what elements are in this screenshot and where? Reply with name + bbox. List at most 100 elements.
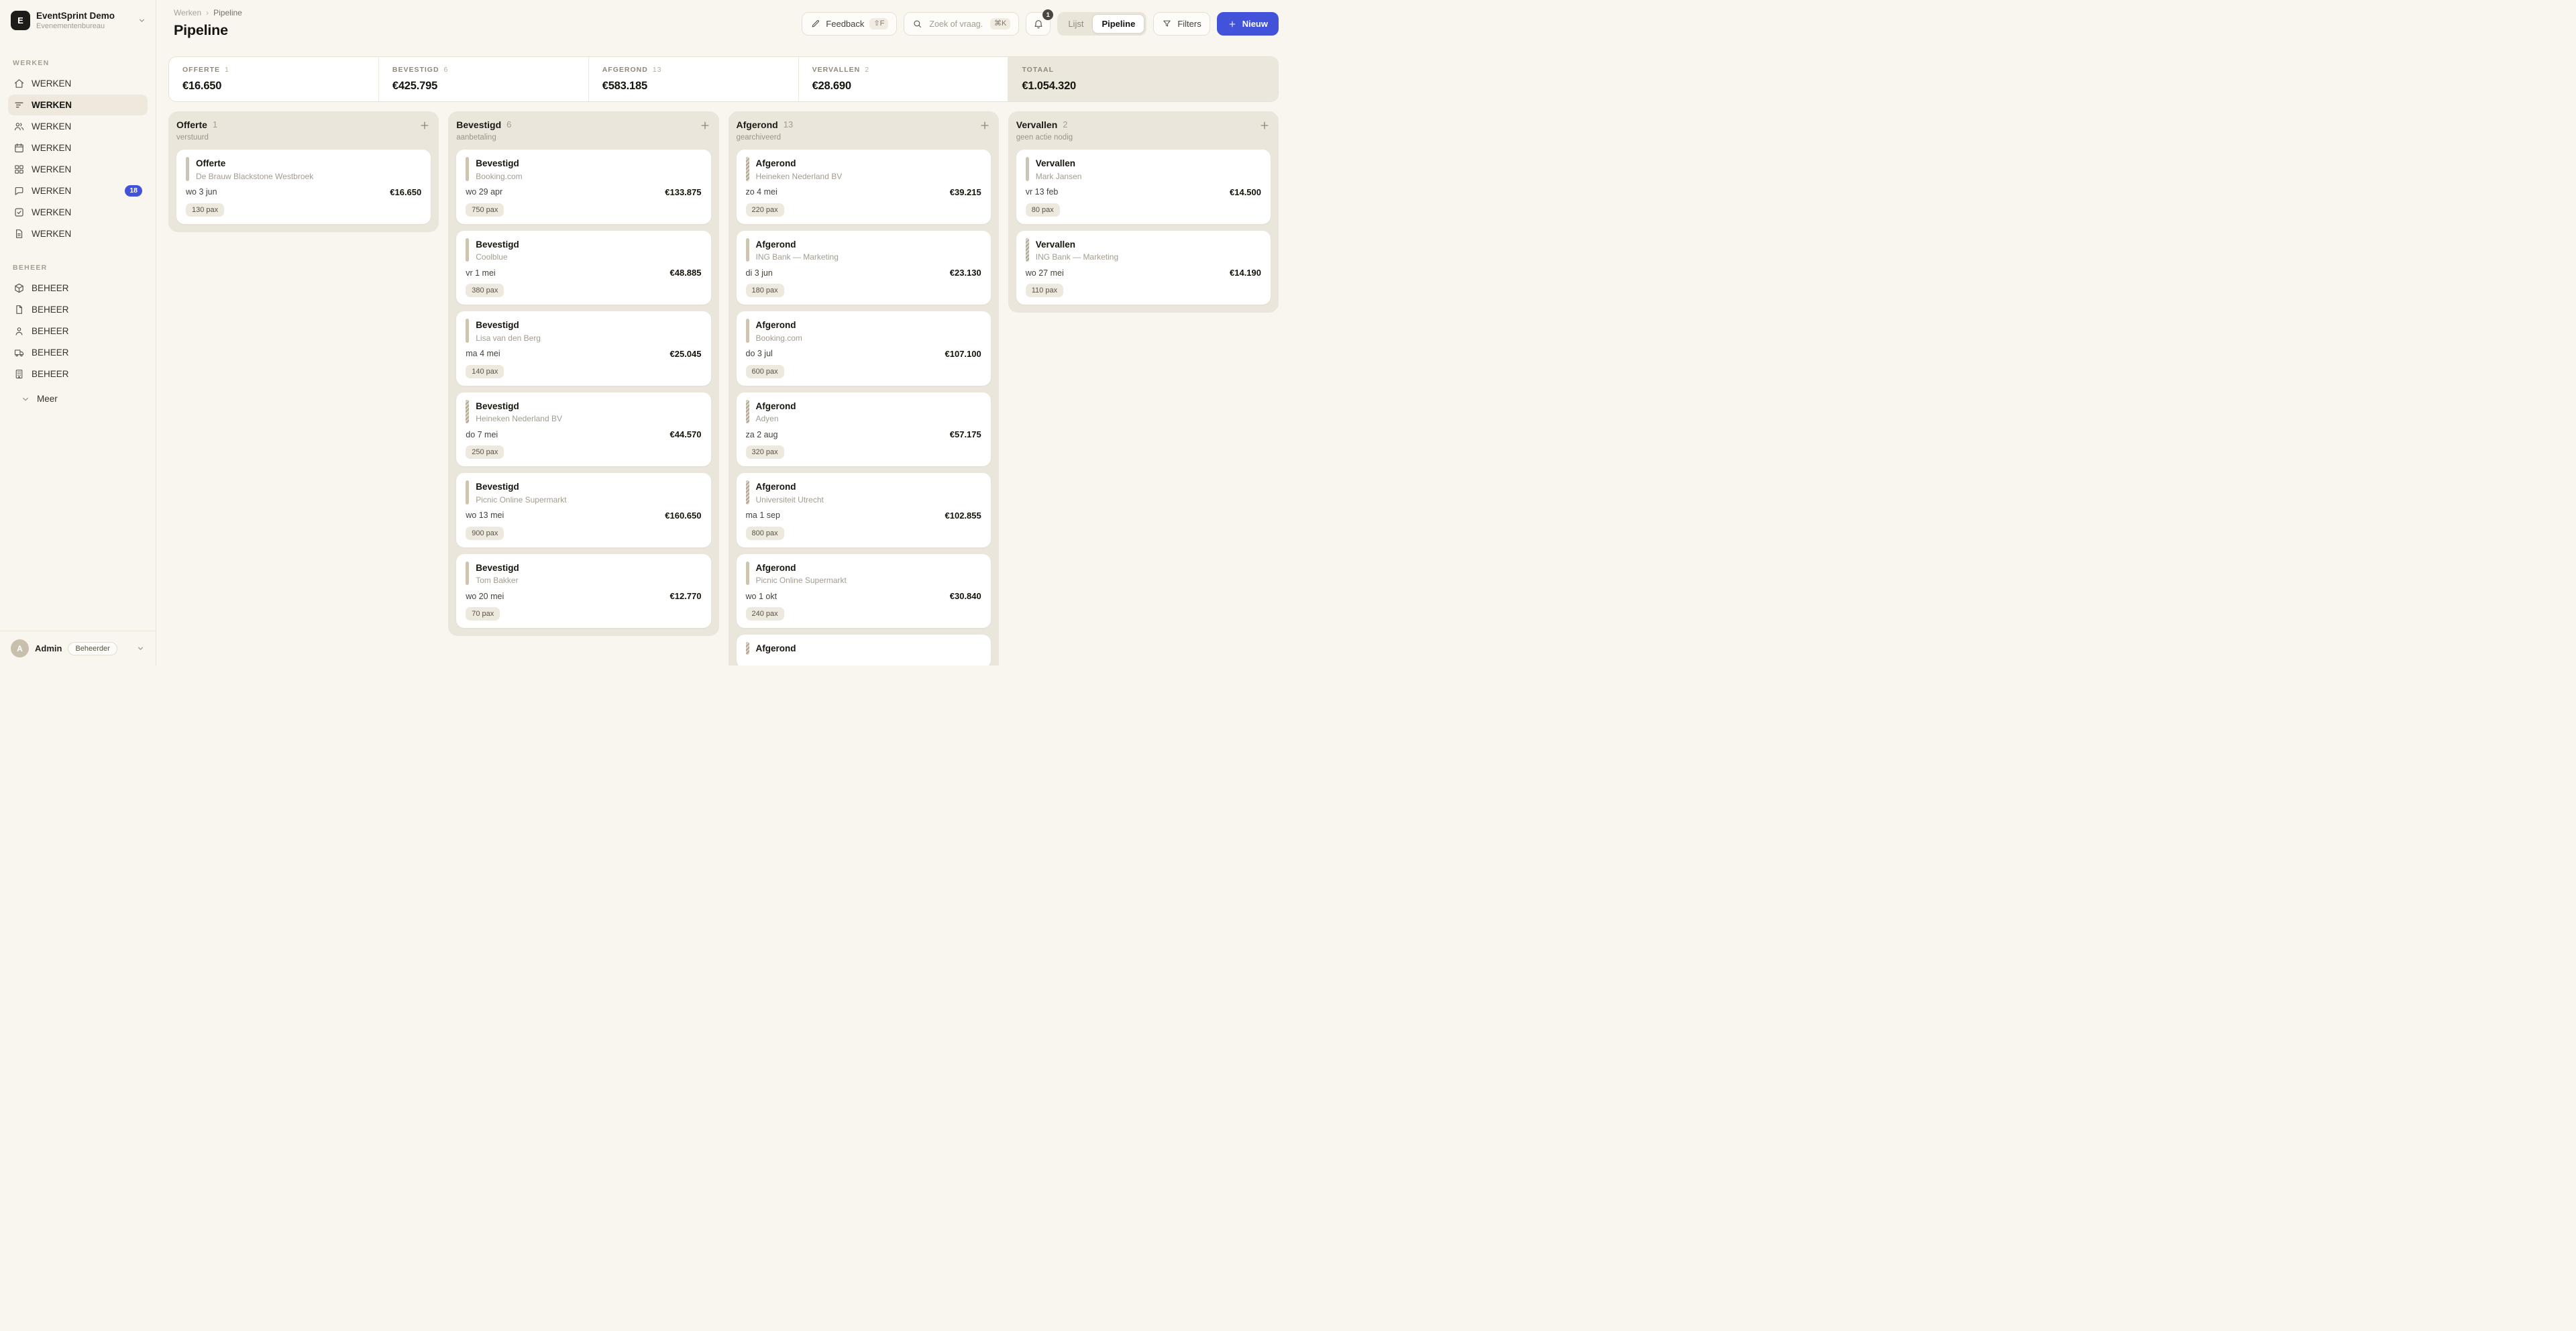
card-meta-row: wo 1 okt €30.840: [746, 591, 981, 601]
bell-icon: [1033, 19, 1044, 30]
card-title: Offerte: [196, 157, 313, 170]
filters-label: Filters: [1177, 19, 1201, 29]
card-heading: Afgerond Heineken Nederland BV: [756, 157, 843, 181]
sidebar-spacer: [0, 404, 156, 631]
stat-label-row: BEVESTIGD6: [392, 66, 575, 74]
kanban-card[interactable]: Bevestigd Heineken Nederland BV do 7 mei…: [456, 392, 710, 467]
column-count: 6: [506, 119, 511, 129]
search-input[interactable]: [928, 19, 985, 30]
view-toggle-option[interactable]: Pipeline: [1092, 14, 1144, 34]
filters-button[interactable]: Filters: [1153, 12, 1210, 36]
feedback-button[interactable]: Feedback ⇧F: [802, 12, 897, 36]
card-heading: Afgerond Booking.com: [756, 319, 802, 343]
sidebar-item-label: BEHEER: [32, 369, 69, 379]
column-header: Offerte 1: [176, 119, 431, 131]
sidebar-item[interactable]: WERKEN: [8, 138, 148, 158]
sidebar-item[interactable]: WERKEN: [8, 116, 148, 137]
card-heading: Bevestigd Tom Bakker: [476, 562, 519, 586]
card-accent-bar: [466, 238, 469, 262]
kanban-card[interactable]: Bevestigd Tom Bakker wo 20 mei €12.770 7…: [456, 554, 710, 629]
user-menu[interactable]: A Admin Beheerder: [0, 631, 156, 666]
card-meta-row: za 2 aug €57.175: [746, 429, 981, 439]
card-meta-row: wo 13 mei €160.650: [466, 511, 701, 521]
sidebar-item[interactable]: WERKEN: [8, 159, 148, 180]
search-icon: [912, 19, 922, 29]
card-meta-row: wo 20 mei €12.770: [466, 591, 701, 601]
sidebar-item[interactable]: WERKEN: [8, 202, 148, 223]
kanban-card[interactable]: Afgerond ING Bank — Marketing di 3 jun €…: [737, 231, 991, 305]
card-top: Vervallen Mark Jansen: [1026, 157, 1261, 181]
stat-count: 13: [653, 66, 662, 74]
card-heading: Bevestigd Booking.com: [476, 157, 522, 181]
card-date: do 7 mei: [466, 430, 498, 439]
card-title: Bevestigd: [476, 157, 522, 170]
kanban-card[interactable]: Bevestigd Picnic Online Supermarkt wo 13…: [456, 473, 710, 547]
add-card-icon[interactable]: [1258, 119, 1271, 131]
sidebar-item[interactable]: WERKEN: [8, 223, 148, 244]
column-count: 13: [784, 119, 793, 129]
card-client: Booking.com: [756, 333, 802, 343]
kanban-card[interactable]: Vervallen Mark Jansen vr 13 feb €14.500 …: [1016, 150, 1271, 224]
workspace-name: EventSprint Demo: [36, 11, 131, 21]
card-pax-badge: 130 pax: [186, 203, 224, 217]
sidebar-item-icon: [13, 142, 25, 154]
card-amount: €57.175: [950, 429, 981, 439]
card-date: do 3 jul: [746, 349, 773, 358]
sidebar-item[interactable]: WERKEN: [8, 73, 148, 94]
pencil-icon: [810, 19, 820, 29]
card-heading: Offerte De Brauw Blackstone Westbroek: [196, 157, 313, 181]
kanban-card[interactable]: Afgerond Heineken Nederland BV zo 4 mei …: [737, 150, 991, 224]
stat-count: 1: [225, 66, 229, 74]
feedback-shortcut: ⇧F: [869, 18, 888, 30]
card-accent-bar: [1026, 238, 1029, 262]
sidebar-item[interactable]: WERKEN 18: [8, 180, 148, 201]
add-card-icon[interactable]: [419, 119, 431, 131]
breadcrumb-item[interactable]: Werken: [174, 8, 201, 17]
search-box[interactable]: ⌘K: [904, 12, 1019, 36]
pipeline-stats-bar: OFFERTE1 €16.650 BEVESTIGD6 €425.795 AFG…: [168, 56, 1279, 102]
stat-label-row: AFGEROND13: [602, 66, 785, 74]
sidebar-item[interactable]: BEHEER: [8, 364, 148, 384]
card-accent-bar: [186, 157, 189, 181]
sidebar-item[interactable]: WERKEN: [8, 95, 148, 115]
card-client: Heineken Nederland BV: [756, 172, 843, 181]
card-top: Bevestigd Coolblue: [466, 238, 701, 262]
kanban-card[interactable]: Bevestigd Lisa van den Berg ma 4 mei €25…: [456, 311, 710, 386]
sidebar-item[interactable]: BEHEER: [8, 342, 148, 363]
card-top: Bevestigd Heineken Nederland BV: [466, 400, 701, 424]
card-pax-badge: 800 pax: [746, 527, 784, 540]
kanban-card[interactable]: Bevestigd Coolblue vr 1 mei €48.885 380 …: [456, 231, 710, 305]
card-client: Lisa van den Berg: [476, 333, 541, 343]
sidebar-section: BEHEER BEHEER BEHEER: [8, 264, 148, 384]
kanban-card[interactable]: Afgerond Booking.com do 3 jul €107.100 6…: [737, 311, 991, 386]
add-card-icon[interactable]: [699, 119, 711, 131]
sidebar-item-label: WERKEN: [32, 143, 71, 153]
stat-value: €583.185: [602, 80, 785, 93]
sidebar-item-label: WERKEN: [32, 164, 71, 174]
card-heading: Bevestigd Lisa van den Berg: [476, 319, 541, 343]
card-amount: €102.855: [945, 511, 981, 521]
kanban-card[interactable]: Offerte De Brauw Blackstone Westbroek wo…: [176, 150, 431, 224]
column-subtitle: verstuurd: [176, 134, 431, 142]
kanban-card[interactable]: Afgerond Universiteit Utrecht ma 1 sep €…: [737, 473, 991, 547]
view-toggle-option[interactable]: Lijst: [1059, 14, 1092, 34]
kanban-card[interactable]: Bevestigd Booking.com wo 29 apr €133.875…: [456, 150, 710, 224]
kanban-column: Vervallen 2 geen actie nodig Vervallen M…: [1008, 111, 1279, 313]
add-card-icon[interactable]: [979, 119, 991, 131]
kanban-card[interactable]: Afgerond Picnic Online Supermarkt wo 1 o…: [737, 554, 991, 629]
page-title: Pipeline: [174, 22, 242, 39]
topbar: Werken › Pipeline Pipeline Feedback ⇧F ⌘…: [156, 0, 1288, 39]
notifications-button[interactable]: 1: [1026, 12, 1051, 36]
workspace-switcher[interactable]: E EventSprint Demo Evenementenbureau: [0, 0, 156, 39]
new-button[interactable]: Nieuw: [1217, 12, 1279, 36]
kanban-card[interactable]: Afgerond: [737, 635, 991, 666]
sidebar-item[interactable]: BEHEER: [8, 321, 148, 341]
kanban-card[interactable]: Afgerond Adyen za 2 aug €57.175 320 pax: [737, 392, 991, 467]
card-title: Vervallen: [1036, 238, 1118, 251]
kanban-card[interactable]: Vervallen ING Bank — Marketing wo 27 mei…: [1016, 231, 1271, 305]
sidebar-section-label: WERKEN: [13, 59, 143, 67]
sidebar-item[interactable]: BEHEER: [8, 299, 148, 320]
sidebar-item[interactable]: BEHEER: [8, 278, 148, 299]
sidebar: E EventSprint Demo Evenementenbureau WER…: [0, 0, 156, 666]
sidebar-more-toggle[interactable]: Meer: [21, 394, 135, 404]
